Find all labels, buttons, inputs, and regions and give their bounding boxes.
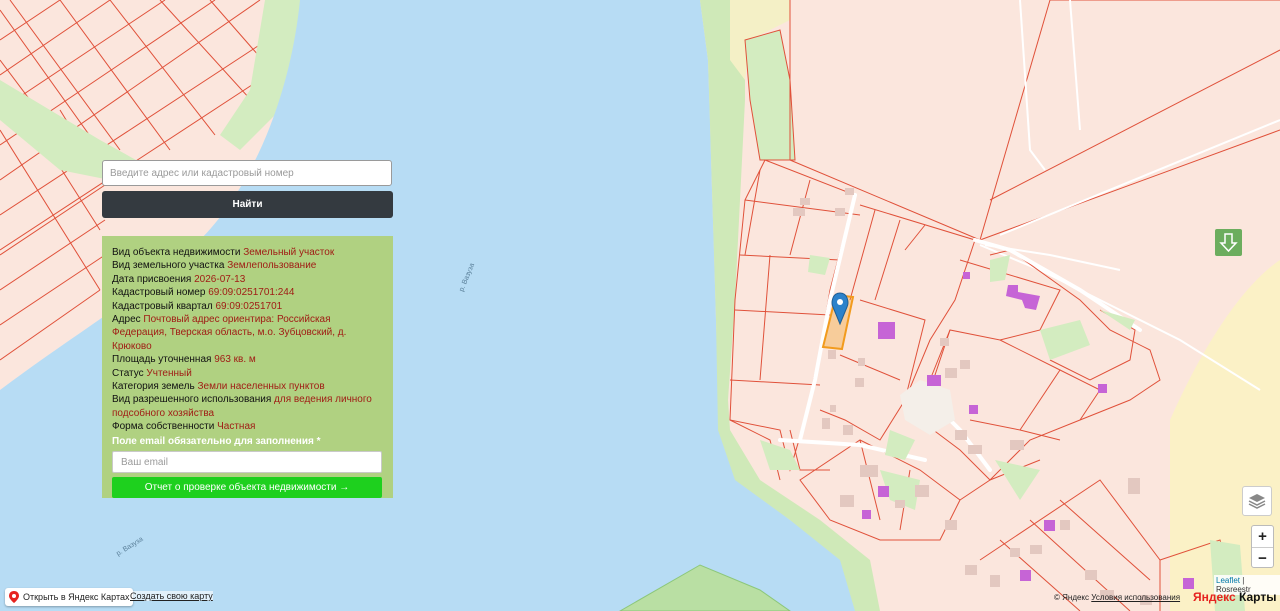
info-row-cadastral-number: Кадастровый номер 69:09:0251701:244 — [112, 287, 295, 299]
info-row-cadastral-quarter: Кадастровый квартал 69:09:0251701 — [112, 300, 283, 312]
yandex-maps-logo[interactable]: Яндекс Карты — [1193, 590, 1276, 604]
leaflet-link[interactable]: Leaflet — [1216, 576, 1240, 585]
layers-icon — [1248, 494, 1266, 509]
info-row-ownership: Форма собственности Частная — [112, 421, 256, 433]
open-in-yandex-maps-button[interactable]: Открыть в Яндекс Картах — [5, 588, 134, 606]
copyright-text: © Яндекс — [1054, 593, 1090, 602]
info-row-status: Статус Учтенный — [112, 367, 192, 379]
info-row-area: Площадь уточненная 963 кв. м — [112, 354, 256, 366]
info-row-land-category: Категория земель Земли населенных пункто… — [112, 381, 325, 393]
email-required-label: Поле email обязательно для заполнения * — [112, 435, 321, 447]
info-row-permitted-use: Вид разрешенного использования для веден… — [112, 394, 372, 419]
email-field[interactable] — [112, 451, 382, 474]
search-button[interactable]: Найти — [102, 191, 393, 218]
create-map-link[interactable]: Создать свою карту — [130, 591, 213, 601]
arrow-down-button[interactable] — [1215, 229, 1242, 256]
info-row-land-type: Вид земельного участка Землепользование — [112, 260, 317, 272]
info-row-object-type: Вид объекта недвижимости Земельный участ… — [112, 247, 335, 258]
terms-of-use-link[interactable]: Условия использования — [1091, 593, 1180, 602]
open-in-yandex-maps-label: Открыть в Яндекс Картах — [23, 592, 130, 602]
property-info-panel: Вид объекта недвижимости Земельный участ… — [102, 236, 393, 499]
info-row-assignment-date: Дата присвоения 2026-07-13 — [112, 273, 246, 285]
layers-button[interactable] — [1242, 486, 1272, 516]
map-pin-icon — [9, 591, 19, 603]
zoom-out-button[interactable]: − — [1252, 548, 1273, 569]
copyright-notice: © Яндекс Условия использования — [1054, 593, 1180, 602]
info-row-address: Адрес Почтовый адрес ориентира: Российск… — [112, 314, 347, 352]
arrow-down-icon — [1219, 233, 1238, 253]
search-input[interactable] — [102, 160, 392, 186]
report-button[interactable]: Отчет о проверке объекта недвижимости → — [112, 477, 382, 499]
zoom-control: + − — [1251, 525, 1274, 568]
zoom-in-button[interactable]: + — [1252, 526, 1273, 548]
